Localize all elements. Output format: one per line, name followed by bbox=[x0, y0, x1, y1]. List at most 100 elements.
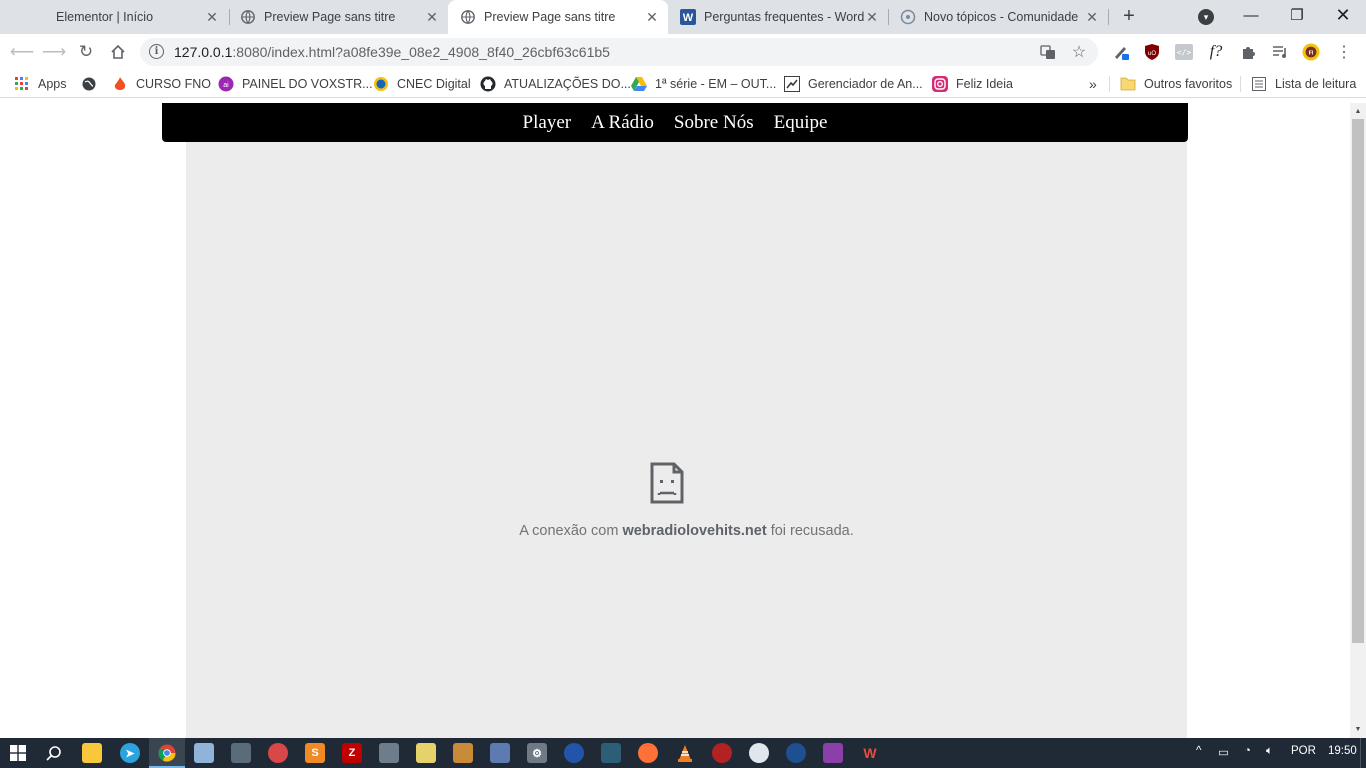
tab-wordpress-faq[interactable]: W Perguntas frequentes - WordPress ✕ bbox=[668, 0, 888, 34]
bookmark-globe[interactable] bbox=[81, 75, 105, 93]
recorder-icon[interactable] bbox=[712, 743, 732, 763]
bookmark-outros-favoritos[interactable]: Outros favoritos bbox=[1120, 75, 1232, 93]
browser-toolbar: ⟵ ⟶ ↻ i 127.0.0.1:8080/index.html?a08fe3… bbox=[0, 34, 1366, 70]
cnec-icon bbox=[373, 76, 389, 92]
tray-overflow-chevron-icon[interactable]: ^ bbox=[1196, 745, 1201, 757]
bookmarks-overflow-button[interactable]: » bbox=[1089, 75, 1097, 93]
tab-separator bbox=[1108, 9, 1109, 25]
bookmarks-bar: Apps CURSO FNO ai PAINEL DO VOXSTR... CN… bbox=[0, 70, 1366, 98]
close-icon[interactable]: ✕ bbox=[644, 9, 660, 25]
url-text[interactable]: 127.0.0.1:8080/index.html?a08fe39e_08e2_… bbox=[174, 44, 610, 60]
winrar-icon[interactable] bbox=[823, 743, 843, 763]
bookmark-label: ATUALIZAÇÕES DO... bbox=[504, 77, 631, 91]
error-host: webradiolovehits.net bbox=[622, 523, 767, 539]
tab-title: Preview Page sans titre bbox=[264, 10, 396, 24]
wifi-icon[interactable]: ◔ bbox=[1244, 745, 1251, 757]
error-suffix: foi recusada. bbox=[766, 523, 854, 539]
bookmark-label: Apps bbox=[38, 77, 67, 91]
bookmark-painel-voxstr[interactable]: ai PAINEL DO VOXSTR... bbox=[218, 75, 373, 93]
battery-icon[interactable]: ▭ bbox=[1218, 745, 1229, 759]
firefox-icon[interactable] bbox=[638, 743, 658, 763]
close-icon[interactable]: ✕ bbox=[204, 9, 220, 25]
reading-list-button[interactable]: Lista de leitura bbox=[1251, 75, 1356, 93]
sync-tool-icon[interactable] bbox=[379, 743, 399, 763]
show-desktop-button[interactable] bbox=[1360, 738, 1366, 768]
font-finder-icon[interactable]: f? bbox=[1207, 43, 1225, 61]
scroll-up-arrow[interactable]: ▲ bbox=[1354, 107, 1362, 115]
settings-gear-icon[interactable]: ⚙ bbox=[527, 743, 547, 763]
nav-link-player[interactable]: Player bbox=[523, 112, 572, 134]
scroll-thumb[interactable] bbox=[1352, 119, 1364, 643]
bookmark-star-icon[interactable]: ☆ bbox=[1070, 43, 1088, 61]
reload-button[interactable]: ↻ bbox=[74, 40, 98, 64]
close-icon[interactable]: ✕ bbox=[1084, 9, 1100, 25]
address-bar[interactable]: i 127.0.0.1:8080/index.html?a08fe39e_08e… bbox=[140, 38, 1098, 66]
volume-icon[interactable]: 🔈︎ bbox=[1266, 745, 1273, 758]
back-button[interactable]: ⟵ bbox=[10, 40, 34, 64]
sublime-text-icon[interactable]: S bbox=[305, 743, 325, 763]
filezilla-icon[interactable]: Z bbox=[342, 743, 362, 763]
hammer-tool-icon[interactable] bbox=[453, 743, 473, 763]
nav-link-sobre-nos[interactable]: Sobre Nós bbox=[674, 112, 754, 134]
terminal-app-icon[interactable] bbox=[601, 743, 621, 763]
ads-manager-icon bbox=[784, 76, 800, 92]
nav-link-equipe[interactable]: Equipe bbox=[774, 112, 828, 134]
disc-icon[interactable] bbox=[749, 743, 769, 763]
vlc-icon[interactable] bbox=[675, 743, 695, 763]
bookmark-separator bbox=[1109, 76, 1110, 92]
bookmark-label: 1ª série - EM – OUT... bbox=[655, 77, 777, 91]
home-button[interactable] bbox=[106, 40, 130, 64]
remote-icon[interactable] bbox=[268, 743, 288, 763]
tab-preview-active[interactable]: Preview Page sans titre ✕ bbox=[448, 0, 668, 34]
clock-time[interactable]: 19:50 bbox=[1328, 745, 1357, 757]
close-icon[interactable]: ✕ bbox=[424, 9, 440, 25]
vox-app-icon[interactable] bbox=[564, 743, 584, 763]
tab-elementor[interactable]: Elementor | Início ✕ bbox=[8, 0, 228, 34]
scroll-down-arrow[interactable]: ▼ bbox=[1354, 725, 1362, 733]
utility-app-icon[interactable] bbox=[490, 743, 510, 763]
bookmark-1-serie[interactable]: 1ª série - EM – OUT... bbox=[631, 75, 776, 93]
restore-button[interactable]: ❐ bbox=[1274, 0, 1320, 30]
bookmark-atualizacoes[interactable]: ATUALIZAÇÕES DO... bbox=[480, 75, 631, 93]
embedded-player-frame: A conexão com webradiolovehits.net foi r… bbox=[186, 142, 1187, 738]
file-explorer-icon[interactable] bbox=[82, 743, 102, 763]
telegram-icon[interactable]: ➤ bbox=[120, 743, 140, 763]
snipping-tool-icon[interactable] bbox=[231, 743, 251, 763]
page-scrollbar[interactable]: ▲ ▼ bbox=[1350, 103, 1366, 738]
notes-icon[interactable] bbox=[416, 743, 436, 763]
bookmark-label: Gerenciador de An... bbox=[808, 77, 923, 91]
url-path: :8080/index.html?a08fe39e_08e2_4908_8f40… bbox=[232, 44, 610, 60]
media-queue-icon[interactable] bbox=[1271, 43, 1289, 61]
network-app-icon[interactable] bbox=[786, 743, 806, 763]
wps-icon[interactable]: W bbox=[860, 743, 880, 763]
extension-pen-icon[interactable] bbox=[1112, 43, 1130, 61]
bookmark-gerenciador[interactable]: Gerenciador de An... bbox=[784, 75, 923, 93]
ublock-icon[interactable]: uO bbox=[1143, 43, 1161, 61]
tab-preview-1[interactable]: Preview Page sans titre ✕ bbox=[228, 0, 448, 34]
bookmark-cnec-digital[interactable]: CNEC Digital bbox=[373, 75, 471, 93]
browser-menu-icon[interactable]: ⋮ bbox=[1335, 43, 1353, 61]
windows-start-icon[interactable] bbox=[8, 743, 28, 763]
tab-search-icon[interactable]: ▾ bbox=[1198, 9, 1214, 25]
minimize-button[interactable]: — bbox=[1228, 0, 1274, 30]
translate-icon[interactable] bbox=[1039, 43, 1057, 61]
elementor-icon bbox=[20, 9, 36, 25]
site-info-icon[interactable]: i bbox=[149, 44, 164, 59]
bookmark-label: Outros favoritos bbox=[1144, 77, 1233, 91]
forward-button[interactable]: ⟶ bbox=[42, 40, 66, 64]
puzzle-extensions-icon[interactable] bbox=[1239, 43, 1257, 61]
nav-link-a-radio[interactable]: A Rádio bbox=[591, 112, 654, 134]
close-icon[interactable]: ✕ bbox=[864, 9, 880, 25]
language-indicator[interactable]: POR bbox=[1291, 745, 1316, 757]
window-close-button[interactable]: ✕ bbox=[1320, 0, 1366, 30]
new-tab-button[interactable]: + bbox=[1118, 5, 1140, 27]
bookmark-curso-fno[interactable]: CURSO FNO bbox=[112, 75, 211, 93]
chrome-icon[interactable] bbox=[157, 743, 177, 763]
bookmark-feliz-ideia[interactable]: Feliz Ideia bbox=[932, 75, 1013, 93]
notepad-icon[interactable] bbox=[194, 743, 214, 763]
bookmark-apps[interactable]: Apps bbox=[14, 75, 67, 93]
tab-comunidade[interactable]: Novo tópicos - Comunidade ✕ bbox=[888, 0, 1108, 34]
code-viewer-icon[interactable]: </> bbox=[1175, 43, 1193, 61]
search-icon[interactable] bbox=[44, 743, 64, 763]
profile-avatar-icon[interactable]: FI bbox=[1302, 43, 1320, 61]
